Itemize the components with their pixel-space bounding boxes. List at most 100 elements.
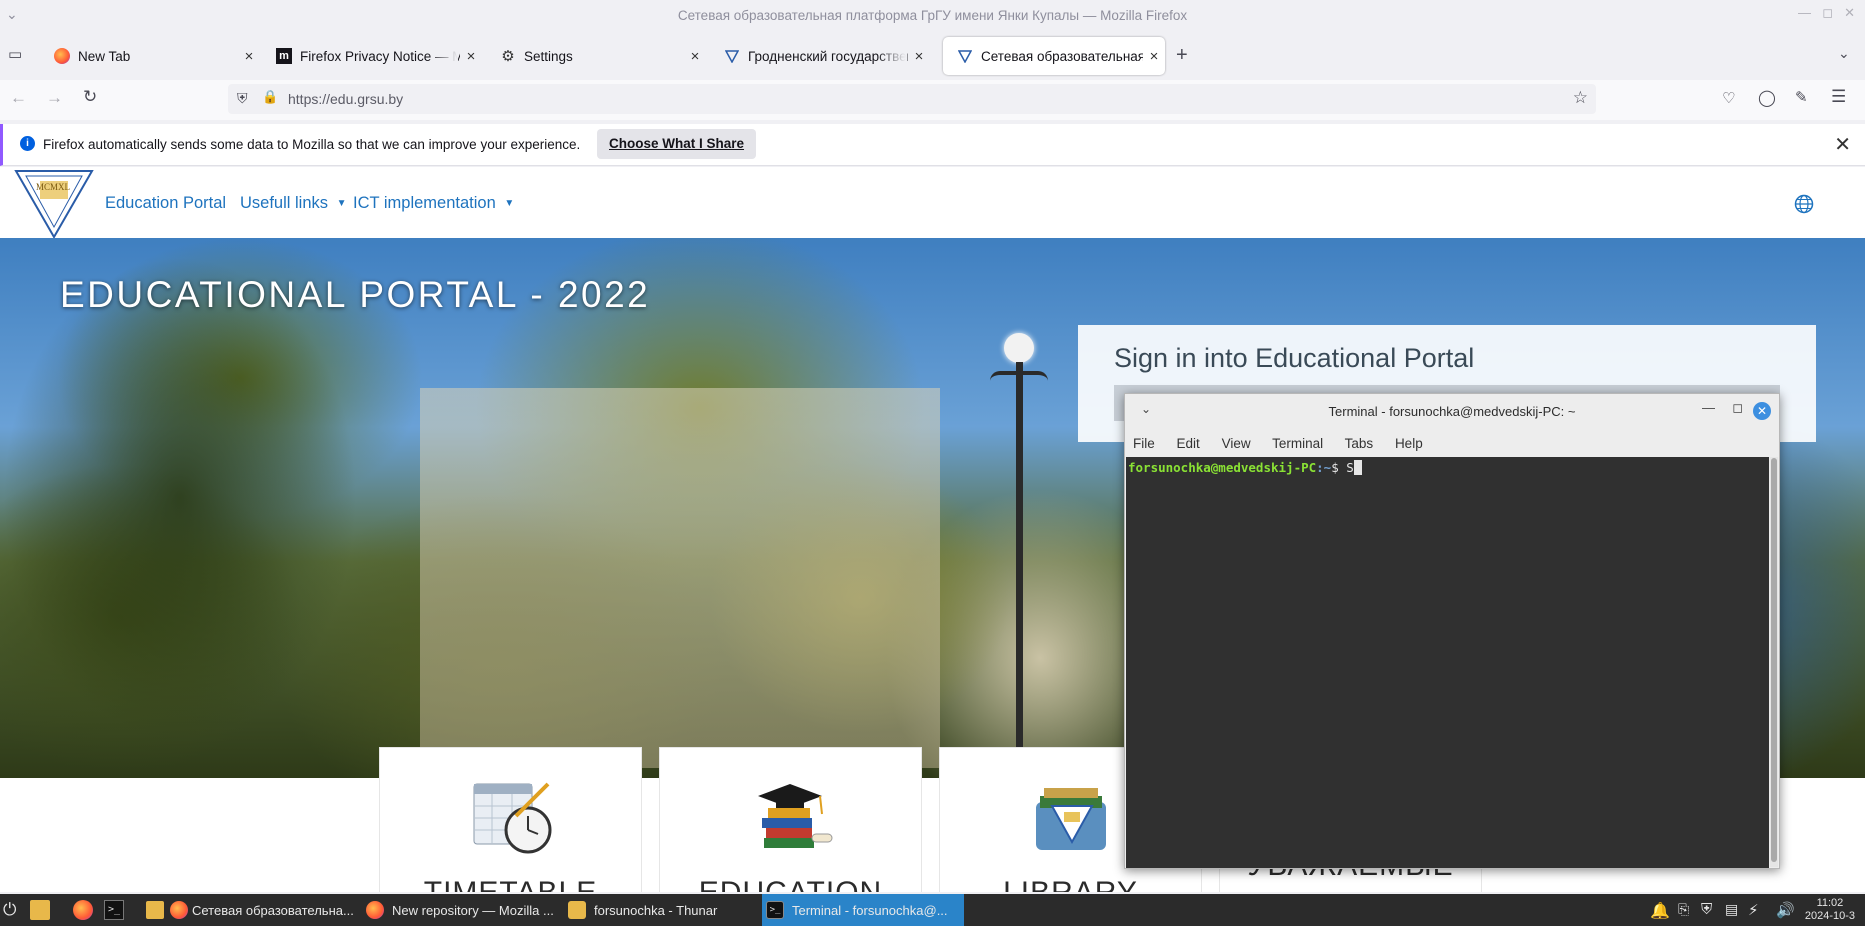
mozilla-m-icon: m bbox=[276, 48, 292, 64]
taskbar-item-label: forsunochka - Thunar bbox=[594, 902, 718, 918]
tab-strip: ▭ New Tab × m Firefox Privacy Notice — M… bbox=[0, 37, 1865, 75]
books-graduation-cap-icon bbox=[758, 784, 833, 848]
close-window-icon[interactable]: ✕ bbox=[1844, 5, 1855, 21]
tab-settings[interactable]: ⚙ Settings × bbox=[486, 37, 706, 75]
firefox-icon bbox=[54, 48, 70, 64]
notification-message: Firefox automatically sends some data to… bbox=[43, 137, 581, 152]
navigation-toolbar: ← → ↻ ⛨ 🔒 https://edu.grsu.by ☆ ♡ ◯ ✎ ☰ bbox=[0, 80, 1865, 120]
menu-help[interactable]: Help bbox=[1395, 436, 1423, 451]
tab-close-icon[interactable]: × bbox=[1143, 48, 1165, 65]
taskbar-item-thunar[interactable]: forsunochka - Thunar bbox=[566, 894, 760, 926]
terminal-output[interactable]: forsunochka@medvedskij-PC:~$ S bbox=[1126, 457, 1769, 868]
minimize-icon[interactable]: — bbox=[1798, 5, 1811, 20]
university-logo[interactable]: MCMXL bbox=[14, 169, 94, 240]
firefox-launcher-icon[interactable] bbox=[73, 900, 93, 920]
extensions-puzzle-icon[interactable]: ✎ bbox=[1795, 88, 1808, 106]
nav-link-usefull-links[interactable]: Usefull links ▼ bbox=[240, 194, 347, 213]
nav-link-education-portal[interactable]: Education Portal bbox=[105, 194, 226, 213]
back-arrow-icon[interactable]: ← bbox=[10, 88, 27, 108]
menu-terminal[interactable]: Terminal bbox=[1272, 436, 1323, 451]
card-title: EDUCATION bbox=[660, 876, 921, 892]
tracking-shield-icon[interactable]: ⛨ bbox=[237, 90, 248, 107]
taskbar-item-firefox-repo[interactable]: New repository — Mozilla ... bbox=[362, 894, 562, 926]
bookmark-star-icon[interactable]: ☆ bbox=[1573, 88, 1588, 108]
forward-arrow-icon[interactable]: → bbox=[46, 88, 63, 108]
dropdown-caret-icon: ▼ bbox=[504, 198, 515, 209]
notification-close-icon[interactable]: ✕ bbox=[1834, 132, 1851, 157]
text-cursor bbox=[1353, 460, 1362, 475]
volume-icon[interactable]: 🔊 bbox=[1776, 901, 1795, 919]
lock-icon[interactable]: 🔒 bbox=[262, 89, 278, 105]
tab-privacy-notice[interactable]: m Firefox Privacy Notice — Mo × bbox=[262, 37, 482, 75]
clock[interactable]: 11:02 2024-10-3 bbox=[1805, 897, 1855, 923]
grsu-icon bbox=[724, 48, 740, 64]
dropdown-caret-icon: ▼ bbox=[336, 198, 347, 209]
tab-close-icon[interactable]: × bbox=[460, 48, 482, 65]
nav-link-ict-implementation[interactable]: ICT implementation ▼ bbox=[353, 194, 514, 213]
tab-close-icon[interactable]: × bbox=[684, 48, 706, 65]
folder-icon bbox=[568, 901, 586, 919]
card-timetable[interactable]: TIMETABLE bbox=[379, 747, 642, 892]
prompt-symbol: $ bbox=[1331, 460, 1347, 475]
taskbar-item-firefox-edu[interactable]: Сетевая образовательна... bbox=[138, 894, 360, 926]
power-menu-icon[interactable]: ⏻ bbox=[3, 900, 16, 920]
tab-grsu-university[interactable]: Гродненский государствен × bbox=[710, 37, 930, 75]
library-books-icon bbox=[1036, 788, 1106, 850]
tab-label: Settings bbox=[524, 48, 573, 64]
notification-bell-icon[interactable]: 🔔 bbox=[1650, 901, 1670, 921]
menu-file[interactable]: File bbox=[1133, 436, 1155, 451]
firefox-icon bbox=[366, 901, 384, 919]
menu-edit[interactable]: Edit bbox=[1177, 436, 1200, 451]
building-facade bbox=[420, 388, 940, 768]
url-text[interactable]: https://edu.grsu.by bbox=[288, 91, 403, 107]
url-bar[interactable]: ⛨ 🔒 https://edu.grsu.by ☆ bbox=[228, 84, 1596, 114]
data-reporting-notification: i Firefox automatically sends some data … bbox=[0, 124, 1865, 166]
menu-view[interactable]: View bbox=[1222, 436, 1251, 451]
logo-text: MCMXL bbox=[36, 182, 71, 192]
folder-icon bbox=[146, 901, 164, 919]
firefox-view-icon[interactable]: ▭ bbox=[8, 45, 22, 63]
prompt-user: forsunochka@medvedskij-PC bbox=[1128, 460, 1317, 475]
list-all-tabs-chevron-icon[interactable]: ⌄ bbox=[1838, 45, 1850, 62]
close-window-icon[interactable]: ✕ bbox=[1753, 402, 1771, 420]
language-globe-icon[interactable] bbox=[1794, 194, 1814, 214]
tab-label: Сетевая образовательная bbox=[981, 48, 1143, 64]
security-shield-icon[interactable]: ⛨ bbox=[1701, 901, 1712, 918]
maximize-icon[interactable]: ◻ bbox=[1732, 400, 1743, 416]
new-tab-plus-icon[interactable]: + bbox=[1176, 44, 1188, 67]
window-title: Сетевая образовательная платформа ГрГУ и… bbox=[677, 8, 1188, 23]
account-icon[interactable]: ◯ bbox=[1758, 88, 1776, 108]
show-desktop-icon[interactable] bbox=[30, 900, 50, 920]
terminal-launcher-icon[interactable]: >_ bbox=[104, 900, 124, 920]
hero-title: EDUCATIONAL PORTAL - 2022 bbox=[60, 274, 651, 315]
clipboard-icon[interactable]: ⎘ bbox=[1678, 901, 1689, 918]
grsu-icon bbox=[957, 48, 973, 64]
nav-link-label: ICT implementation bbox=[353, 194, 496, 212]
terminal-title: Terminal - forsunochka@medvedskij-PC: ~ bbox=[1328, 404, 1576, 419]
menu-tabs[interactable]: Tabs bbox=[1345, 436, 1374, 451]
info-icon: i bbox=[20, 136, 35, 151]
pocket-icon[interactable]: ♡ bbox=[1722, 89, 1735, 107]
nav-link-label: Usefull links bbox=[240, 194, 329, 212]
site-navbar: MCMXL Education Portal Usefull links ▼ I… bbox=[0, 167, 1865, 240]
network-icon[interactable]: ▤ bbox=[1725, 901, 1738, 918]
power-manager-icon[interactable]: ⚡ bbox=[1748, 901, 1759, 919]
taskbar-item-terminal[interactable]: >_ Terminal - forsunochka@... bbox=[762, 894, 964, 926]
tab-close-icon[interactable]: × bbox=[908, 48, 930, 65]
card-education[interactable]: EDUCATION bbox=[659, 747, 922, 892]
reload-icon[interactable]: ↻ bbox=[83, 87, 97, 107]
minimize-icon[interactable]: — bbox=[1702, 400, 1715, 415]
signin-heading: Sign in into Educational Portal bbox=[1114, 343, 1475, 373]
tab-close-icon[interactable]: × bbox=[238, 48, 260, 65]
window-titlebar: ⌄ Сетевая образовательная платформа ГрГУ… bbox=[0, 0, 1865, 32]
choose-what-i-share-button[interactable]: Choose What I Share bbox=[597, 129, 757, 159]
tab-edu-platform[interactable]: Сетевая образовательная × bbox=[943, 37, 1165, 75]
hamburger-menu-icon[interactable]: ☰ bbox=[1831, 87, 1846, 107]
prompt-path: :~ bbox=[1316, 460, 1332, 475]
terminal-icon: >_ bbox=[766, 901, 784, 919]
calendar-clock-icon bbox=[473, 782, 552, 854]
maximize-icon[interactable]: ◻ bbox=[1822, 5, 1833, 21]
terminal-scrollbar[interactable] bbox=[1770, 457, 1778, 867]
tab-new-tab[interactable]: New Tab × bbox=[40, 37, 260, 75]
taskbar-item-label: Terminal - forsunochka@... bbox=[792, 902, 948, 918]
